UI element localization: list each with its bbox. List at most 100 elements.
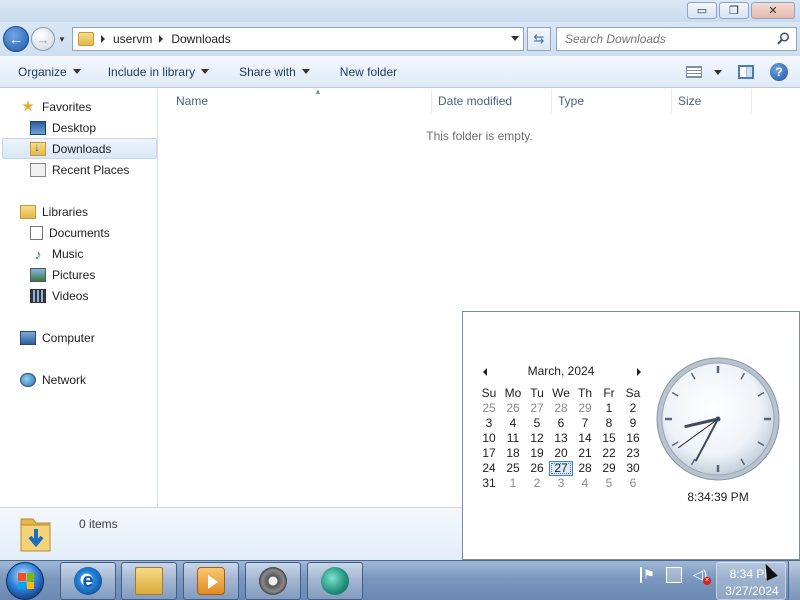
column-header-date-modified[interactable]: Date modified: [438, 89, 552, 113]
sidebar-item-network[interactable]: Network: [20, 370, 86, 390]
recent-pages-dropdown[interactable]: ▼: [58, 35, 66, 44]
calendar-day[interactable]: 6: [621, 476, 645, 491]
calendar-day-today[interactable]: 27: [549, 461, 573, 476]
share-with-button[interactable]: Share with: [239, 65, 310, 79]
calendar-day[interactable]: 1: [597, 401, 621, 416]
calendar-day[interactable]: 24: [477, 461, 501, 476]
calendar-day[interactable]: 30: [621, 461, 645, 476]
breadcrumb-separator-icon[interactable]: [159, 35, 164, 43]
address-dropdown-icon[interactable]: [511, 36, 519, 41]
calendar-day[interactable]: 29: [597, 461, 621, 476]
maximize-button[interactable]: ❐: [719, 2, 749, 19]
calendar-day[interactable]: 15: [597, 431, 621, 446]
calendar-day[interactable]: 31: [477, 476, 501, 491]
volume-icon[interactable]: ◁) ×: [692, 567, 711, 585]
column-header-size[interactable]: Size: [678, 89, 752, 113]
calendar-weekday-header: Tu: [530, 386, 544, 400]
calendar-day[interactable]: 26: [525, 461, 549, 476]
calendar-day[interactable]: 17: [477, 446, 501, 461]
calendar-day[interactable]: 5: [525, 416, 549, 431]
calendar-day[interactable]: 5: [597, 476, 621, 491]
help-icon[interactable]: ?: [770, 63, 788, 81]
sidebar-item-label: Music: [52, 247, 84, 261]
search-input[interactable]: [565, 32, 775, 46]
taskbar-app-settings[interactable]: [245, 562, 301, 600]
calendar-day[interactable]: 29: [573, 401, 597, 416]
calendar-day[interactable]: 3: [549, 476, 573, 491]
taskbar-app-windows-explorer[interactable]: [121, 562, 177, 600]
column-header-label: Name: [176, 94, 209, 108]
include-in-library-button[interactable]: Include in library: [108, 65, 210, 79]
taskbar: e ⚑ ◁) × 8:34 PM 3/27/2024: [0, 560, 800, 600]
calendar-day[interactable]: 28: [549, 401, 573, 416]
settings-gear-icon: [259, 567, 287, 595]
taskbar-app-teal[interactable]: [307, 562, 363, 600]
calendar-day[interactable]: 25: [501, 461, 525, 476]
sidebar-item-favorites[interactable]: ★ Favorites: [20, 97, 91, 117]
calendar-day[interactable]: 6: [549, 416, 573, 431]
sidebar-item-videos[interactable]: Videos: [30, 286, 88, 306]
forward-button[interactable]: →: [31, 27, 55, 51]
sort-ascending-icon: ▲: [314, 87, 322, 96]
calendar-day[interactable]: 8: [597, 416, 621, 431]
sidebar-item-recent-places[interactable]: Recent Places: [30, 160, 129, 180]
calendar-day[interactable]: 25: [477, 401, 501, 416]
calendar-day[interactable]: 13: [549, 431, 573, 446]
sidebar-item-downloads[interactable]: Downloads: [30, 139, 111, 159]
calendar-day[interactable]: 11: [501, 431, 525, 446]
previous-month-button[interactable]: [483, 368, 487, 376]
calendar-day[interactable]: 27: [525, 401, 549, 416]
address-bar[interactable]: uservm Downloads: [72, 27, 524, 51]
calendar-day[interactable]: 2: [525, 476, 549, 491]
calendar-day[interactable]: 4: [501, 416, 525, 431]
column-header-name[interactable]: Name ▲: [176, 87, 432, 113]
breadcrumb-uservm[interactable]: uservm: [113, 32, 152, 46]
calendar-day[interactable]: 10: [477, 431, 501, 446]
start-button[interactable]: [6, 562, 44, 600]
organize-button[interactable]: Organize: [18, 65, 81, 79]
breadcrumb-separator-icon[interactable]: [101, 35, 105, 43]
calendar-day[interactable]: 21: [573, 446, 597, 461]
calendar-month-label[interactable]: March, 2024: [503, 364, 619, 378]
calendar-day[interactable]: 18: [501, 446, 525, 461]
next-month-button[interactable]: [637, 368, 641, 376]
search-icon[interactable]: [777, 32, 790, 45]
calendar-day[interactable]: 20: [549, 446, 573, 461]
sidebar-item-desktop[interactable]: Desktop: [30, 118, 96, 138]
sidebar-item-documents[interactable]: Documents: [30, 223, 110, 243]
sidebar-item-music[interactable]: ♪ Music: [30, 244, 84, 264]
calendar-day[interactable]: 22: [597, 446, 621, 461]
calendar-day[interactable]: 7: [573, 416, 597, 431]
change-view-button[interactable]: [686, 66, 722, 78]
action-center-flag-icon[interactable]: ⚑: [640, 567, 656, 583]
calendar-day[interactable]: 23: [621, 446, 645, 461]
sidebar-item-pictures[interactable]: Pictures: [30, 265, 95, 285]
calendar-day[interactable]: 12: [525, 431, 549, 446]
taskbar-clock-button[interactable]: 8:34 PM 3/27/2024: [716, 562, 786, 600]
search-box[interactable]: [556, 27, 797, 51]
calendar-day[interactable]: 28: [573, 461, 597, 476]
network-status-icon[interactable]: [666, 567, 682, 583]
close-button[interactable]: ✕: [751, 2, 795, 19]
calendar-day[interactable]: 3: [477, 416, 501, 431]
taskbar-app-internet-explorer[interactable]: e: [60, 562, 116, 600]
minimize-button[interactable]: ▭: [687, 2, 717, 19]
breadcrumb-downloads[interactable]: Downloads: [171, 32, 230, 46]
calendar-day[interactable]: 1: [501, 476, 525, 491]
column-header-type[interactable]: Type: [558, 89, 672, 113]
calendar-day[interactable]: 2: [621, 401, 645, 416]
show-desktop-button[interactable]: [788, 561, 800, 600]
back-button[interactable]: ←: [3, 26, 29, 52]
refresh-button[interactable]: ⇆: [527, 27, 551, 51]
calendar-day[interactable]: 26: [501, 401, 525, 416]
calendar-day[interactable]: 14: [573, 431, 597, 446]
preview-pane-icon[interactable]: [738, 65, 754, 79]
calendar-day[interactable]: 16: [621, 431, 645, 446]
sidebar-item-computer[interactable]: Computer: [20, 328, 95, 348]
calendar-day[interactable]: 4: [573, 476, 597, 491]
calendar-day[interactable]: 9: [621, 416, 645, 431]
new-folder-button[interactable]: New folder: [340, 65, 397, 79]
calendar-day[interactable]: 19: [525, 446, 549, 461]
sidebar-item-libraries[interactable]: Libraries: [20, 202, 88, 222]
taskbar-app-media-player[interactable]: [183, 562, 239, 600]
